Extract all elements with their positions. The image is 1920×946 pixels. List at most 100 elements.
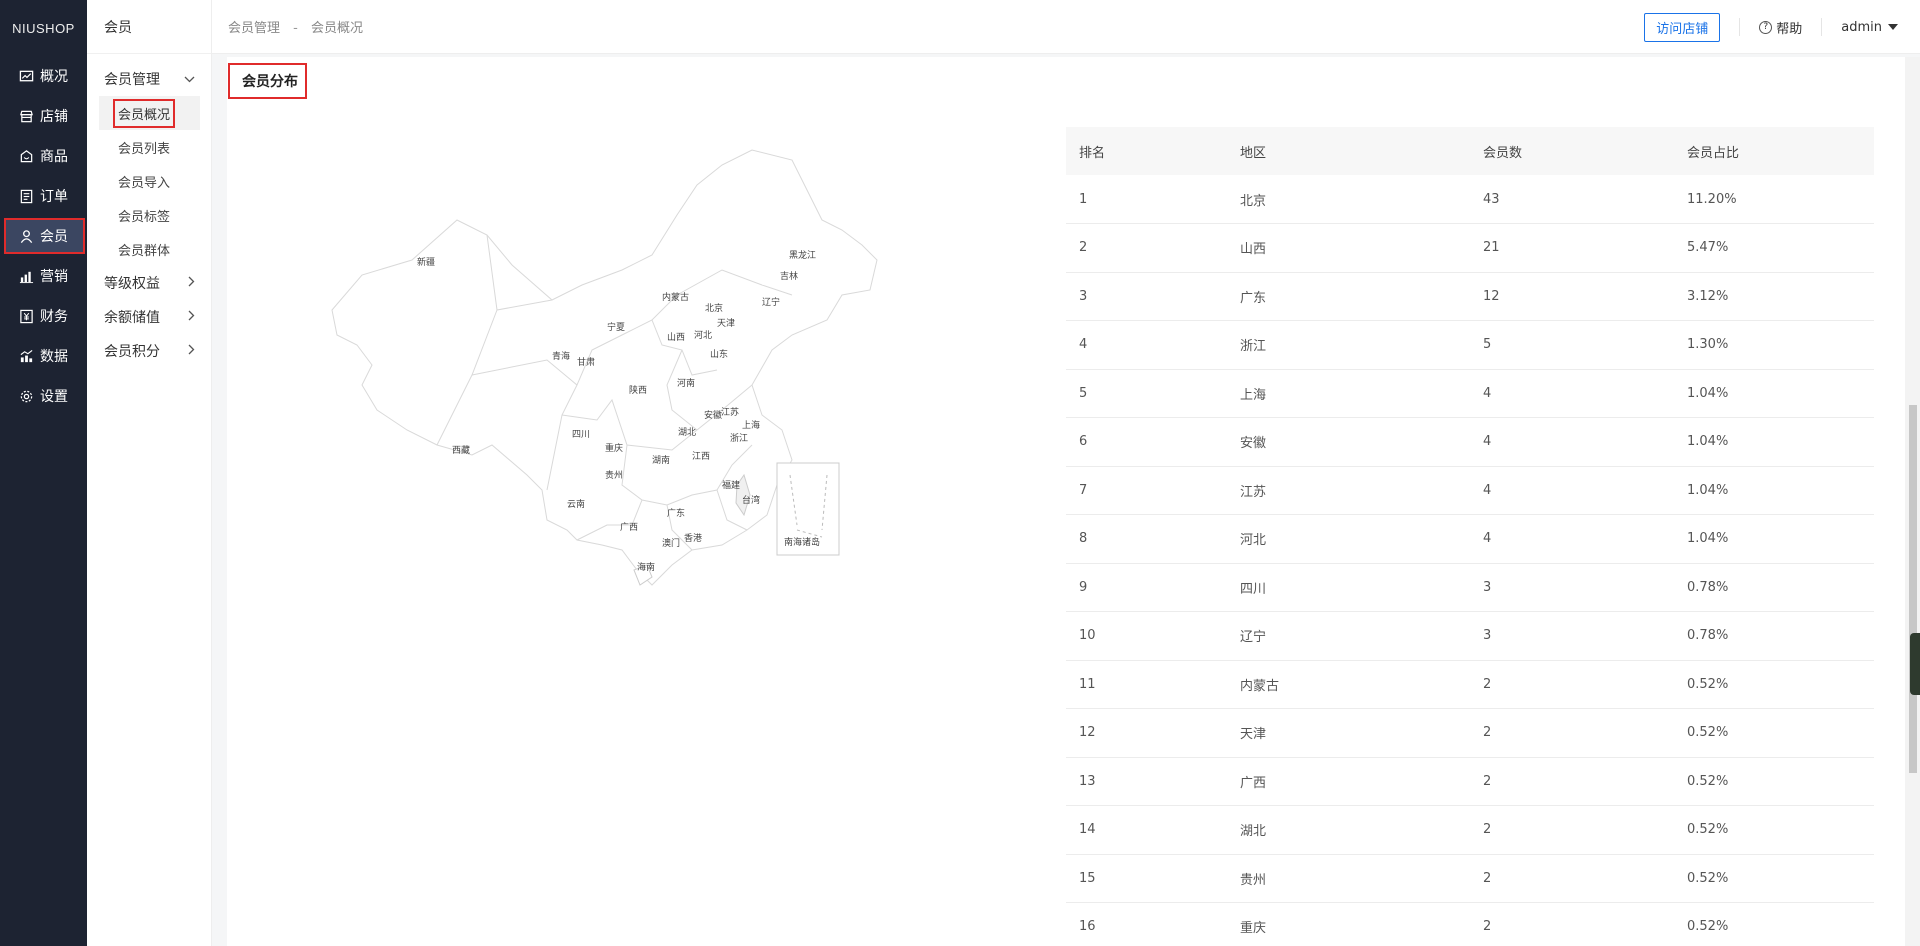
cell-count: 4	[1470, 369, 1674, 418]
sub-group-level-rights[interactable]: 等级权益	[87, 266, 211, 300]
breadcrumb-parent[interactable]: 会员管理	[228, 21, 280, 36]
cell-ratio: 1.04%	[1674, 417, 1874, 467]
cell-region: 上海	[1227, 369, 1470, 418]
map-label: 青海	[552, 350, 570, 362]
sub-sidebar-title: 会员	[87, 0, 211, 54]
sub-item-member-list[interactable]: 会员列表	[87, 130, 211, 164]
breadcrumb: 会员管理 - 会员概况	[212, 17, 363, 36]
header-divider	[1821, 18, 1823, 36]
sub-item-member-import[interactable]: 会员导入	[87, 164, 211, 198]
nav-item-member[interactable]: 会员	[4, 218, 85, 254]
chevron-right-icon	[188, 310, 195, 324]
sub-group-points[interactable]: 会员积分	[87, 334, 211, 368]
nav-item-label: 设置	[40, 389, 68, 405]
map-label: 四川	[572, 430, 590, 440]
store-icon	[18, 108, 34, 124]
nav-item-order[interactable]: 订单	[0, 176, 87, 216]
nav-item-label: 财务	[40, 309, 68, 325]
user-icon	[18, 228, 34, 244]
help-icon: ?	[1759, 20, 1773, 34]
map-label: 山西	[667, 332, 685, 343]
map-label: 南海诸岛	[784, 536, 820, 548]
cell-count: 2	[1470, 708, 1674, 758]
nav-item-goods[interactable]: 商品	[0, 136, 87, 176]
order-icon	[18, 188, 34, 204]
sub-item-member-groups[interactable]: 会员群体	[87, 232, 211, 266]
cell-rank: 11	[1066, 660, 1227, 709]
cell-rank: 10	[1066, 611, 1227, 661]
cell-rank: 9	[1066, 563, 1227, 612]
cell-ratio: 0.52%	[1674, 902, 1874, 946]
cell-region: 北京	[1227, 175, 1470, 224]
map-label: 浙江	[730, 432, 748, 444]
map-label: 香港	[684, 532, 702, 544]
sub-group-balance[interactable]: 余额储值	[87, 300, 211, 334]
nav-item-settings[interactable]: 设置	[0, 376, 87, 416]
sub-item-label: 会员群体	[118, 243, 171, 259]
cell-region: 四川	[1227, 563, 1470, 612]
sub-group-member-manage[interactable]: 会员管理	[87, 62, 211, 96]
table-header-row: 排名 地区 会员数 会员占比	[1066, 127, 1874, 175]
sub-item-label: 会员导入	[118, 175, 171, 191]
cell-region: 贵州	[1227, 854, 1470, 903]
cell-ratio: 0.52%	[1674, 757, 1874, 806]
cell-count: 2	[1470, 902, 1674, 946]
table-row: 2 山西 21 5.47%	[1066, 223, 1874, 273]
cell-ratio: 11.20%	[1674, 175, 1874, 224]
sub-item-label: 会员列表	[118, 141, 171, 157]
cell-region: 浙江	[1227, 320, 1470, 370]
cell-count: 4	[1470, 417, 1674, 467]
goods-icon	[18, 148, 34, 164]
help-link[interactable]: ? 帮助	[1759, 18, 1802, 37]
section-title: 会员分布	[228, 63, 307, 99]
map-label: 黑龙江	[789, 249, 816, 261]
page-scrollbar[interactable]	[1905, 57, 1920, 946]
cell-count: 21	[1470, 223, 1674, 273]
cell-ratio: 0.52%	[1674, 660, 1874, 709]
map-label: 江西	[692, 451, 710, 462]
nav-item-label: 订单	[40, 189, 68, 205]
main-nav: 概况 店铺 商品 订单 会员 营销 财务 数据 设置	[0, 56, 87, 416]
map-label: 河北	[694, 329, 712, 341]
map-label: 天津	[717, 318, 735, 329]
china-member-map[interactable]: 新疆 西藏 青海 甘肃 宁夏 内蒙古 北京 天津 河北 山西 山东 陕西 河南 …	[322, 145, 1082, 705]
map-label: 贵州	[605, 469, 623, 481]
map-label: 安徽	[704, 409, 722, 421]
nav-item-finance[interactable]: 财务	[0, 296, 87, 336]
scrollbar-thumb[interactable]	[1909, 405, 1917, 773]
sub-sidebar: 会员 会员管理 会员概况 会员列表 会员导入 会员标签 会员群体 等级权益 余额…	[87, 0, 212, 946]
gear-icon	[18, 388, 34, 404]
nav-item-overview[interactable]: 概况	[0, 56, 87, 96]
cell-rank: 8	[1066, 514, 1227, 564]
table-row: 16 重庆 2 0.52%	[1066, 902, 1874, 946]
table-row: 9 四川 3 0.78%	[1066, 563, 1874, 612]
user-menu[interactable]: admin	[1841, 20, 1898, 35]
nav-item-marketing[interactable]: 营销	[0, 256, 87, 296]
map-label: 西藏	[452, 444, 470, 456]
sub-item-member-overview[interactable]: 会员概况	[99, 96, 200, 130]
user-name: admin	[1841, 19, 1882, 35]
cell-rank: 1	[1066, 175, 1227, 224]
sub-item-label: 会员概况	[112, 98, 176, 128]
brand-logo: NIUSHOP	[12, 20, 75, 36]
table-row: 4 浙江 5 1.30%	[1066, 320, 1874, 370]
cell-ratio: 0.78%	[1674, 563, 1874, 612]
map-label: 吉林	[780, 270, 798, 282]
edge-float-widget[interactable]	[1910, 633, 1920, 695]
nav-item-label: 数据	[40, 349, 68, 365]
table-row: 14 湖北 2 0.52%	[1066, 805, 1874, 855]
cell-rank: 2	[1066, 223, 1227, 273]
nav-item-data[interactable]: 数据	[0, 336, 87, 376]
column-header-rank: 排名	[1066, 127, 1227, 175]
cell-rank: 3	[1066, 272, 1227, 321]
cell-count: 43	[1470, 175, 1674, 224]
data-icon	[18, 348, 34, 364]
sub-item-member-tags[interactable]: 会员标签	[87, 198, 211, 232]
nav-item-store[interactable]: 店铺	[0, 96, 87, 136]
table-row: 11 内蒙古 2 0.52%	[1066, 660, 1874, 709]
member-distribution-table: 排名 地区 会员数 会员占比 1 北京 43 11.20% 2 山西 21 5.47% 3广…	[1066, 127, 1874, 946]
cell-rank: 15	[1066, 854, 1227, 903]
map-label: 内蒙古	[662, 291, 689, 303]
visit-store-button[interactable]: 访问店铺	[1644, 12, 1721, 42]
table-row: 10 辽宁 3 0.78%	[1066, 611, 1874, 661]
